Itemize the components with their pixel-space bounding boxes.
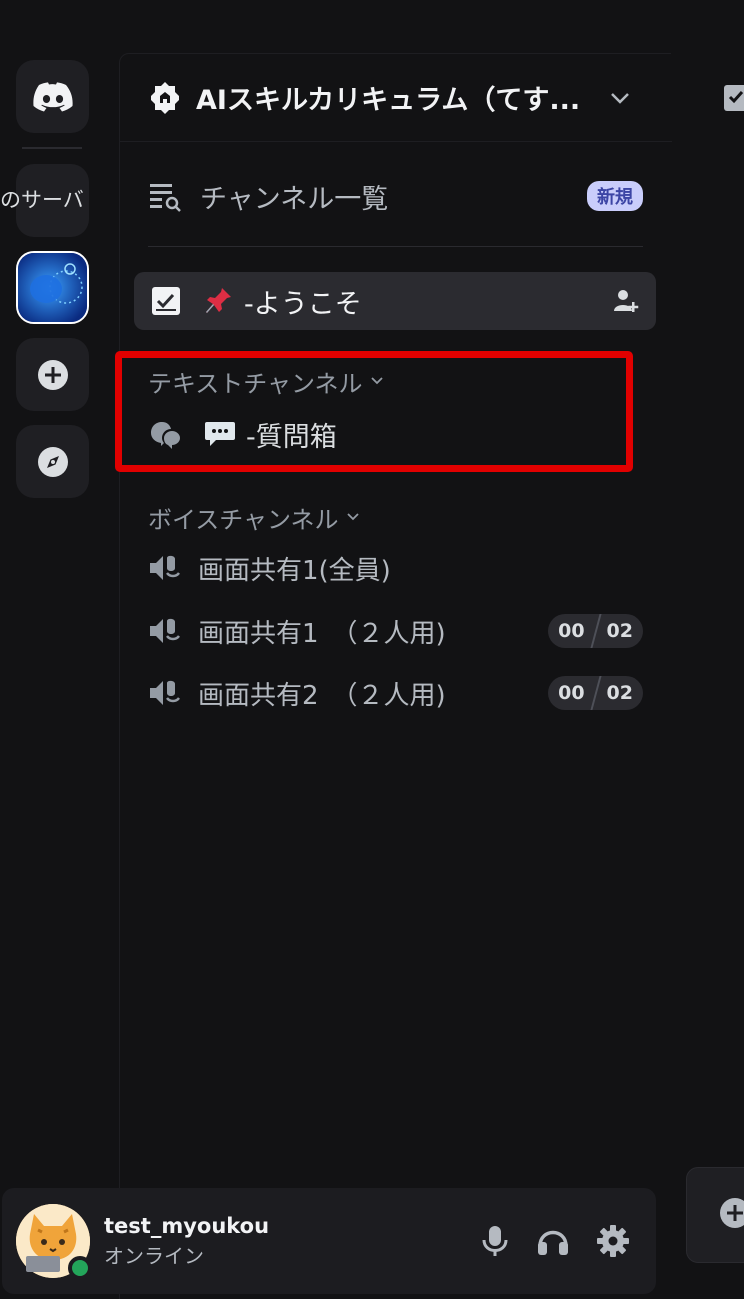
pushpin-icon <box>206 288 231 313</box>
online-status-indicator <box>68 1256 92 1280</box>
invite-member-icon <box>614 290 639 312</box>
voice-channel-2[interactable]: 画面共有1 （２人用) 00 02 <box>148 609 643 653</box>
user-panel: test_myoukou オンライン <box>2 1188 656 1294</box>
rail-separator <box>22 147 82 149</box>
browse-channels-button[interactable]: チャンネル一覧 新規 <box>148 174 643 218</box>
avatar[interactable] <box>16 1204 92 1280</box>
channel-name: -ようこそ <box>244 288 362 320</box>
rules-checkbox-icon <box>152 287 180 315</box>
channel-welcome[interactable]: -ようこそ <box>134 272 656 330</box>
user-limit-counter: 00 02 <box>548 614 643 648</box>
stage-speaker-icon <box>150 618 180 643</box>
stage-speaker-icon <box>150 680 180 705</box>
threads-checkbox-icon[interactable] <box>722 83 744 113</box>
guild-title: AIスキルカリキュラム（てす... <box>196 85 581 116</box>
browse-channels-label: チャンネル一覧 <box>200 183 389 215</box>
add-server-button[interactable] <box>16 338 89 411</box>
user-count: 00 <box>558 682 585 704</box>
voice-channel-1[interactable]: 画面共有1(全員) <box>148 546 643 590</box>
discord-home-button[interactable] <box>16 60 89 133</box>
discover-button[interactable] <box>16 425 89 498</box>
chevron-down-icon <box>346 513 359 521</box>
user-info[interactable]: test_myoukou オンライン <box>104 1214 480 1269</box>
server-rail: のサーバ AI <box>0 0 118 1299</box>
stage-speaker-icon <box>150 555 180 580</box>
channel-sidebar: AIスキルカリキュラム（てす... チャンネル一覧 新規 -ようこそ テキストチ… <box>119 53 672 1299</box>
channel-list-icon <box>150 184 181 212</box>
gear-icon[interactable] <box>596 1224 630 1258</box>
plus-circle-icon <box>37 359 68 390</box>
chevron-down-icon <box>611 92 629 104</box>
voice-channel-category[interactable]: ボイスチャンネル <box>148 500 359 534</box>
ai-server-icon <box>18 253 87 322</box>
voice-channel-3[interactable]: 画面共有2 （２人用) 00 02 <box>148 671 643 715</box>
highlight-box <box>115 351 633 472</box>
user-status: オンライン <box>104 1243 204 1268</box>
plus-circle-icon[interactable] <box>718 1196 744 1230</box>
user-limit-counter: 00 02 <box>548 676 643 710</box>
headphones-icon[interactable] <box>536 1224 570 1258</box>
microphone-icon[interactable] <box>480 1224 510 1258</box>
new-badge: 新規 <box>587 181 643 211</box>
user-count: 00 <box>558 620 585 642</box>
user-limit: 02 <box>606 682 633 704</box>
channel-name: 画面共有1(全員) <box>198 555 391 586</box>
compass-icon <box>37 446 68 477</box>
channel-name: 画面共有1 （２人用) <box>198 618 446 649</box>
channel-name: 画面共有2 （２人用) <box>198 680 446 711</box>
username: test_myoukou <box>104 1213 270 1238</box>
user-limit: 02 <box>606 620 633 642</box>
ai-server-button[interactable]: AI <box>16 251 89 324</box>
discord-icon <box>32 81 73 111</box>
server-boost-icon <box>151 81 179 114</box>
voice-controls <box>480 1224 630 1258</box>
sidebar-divider <box>148 246 643 247</box>
server-folder-label: のサーバ <box>0 188 84 212</box>
category-label: ボイスチャンネル <box>148 505 339 534</box>
guild-header[interactable]: AIスキルカリキュラム（てす... <box>120 54 672 142</box>
